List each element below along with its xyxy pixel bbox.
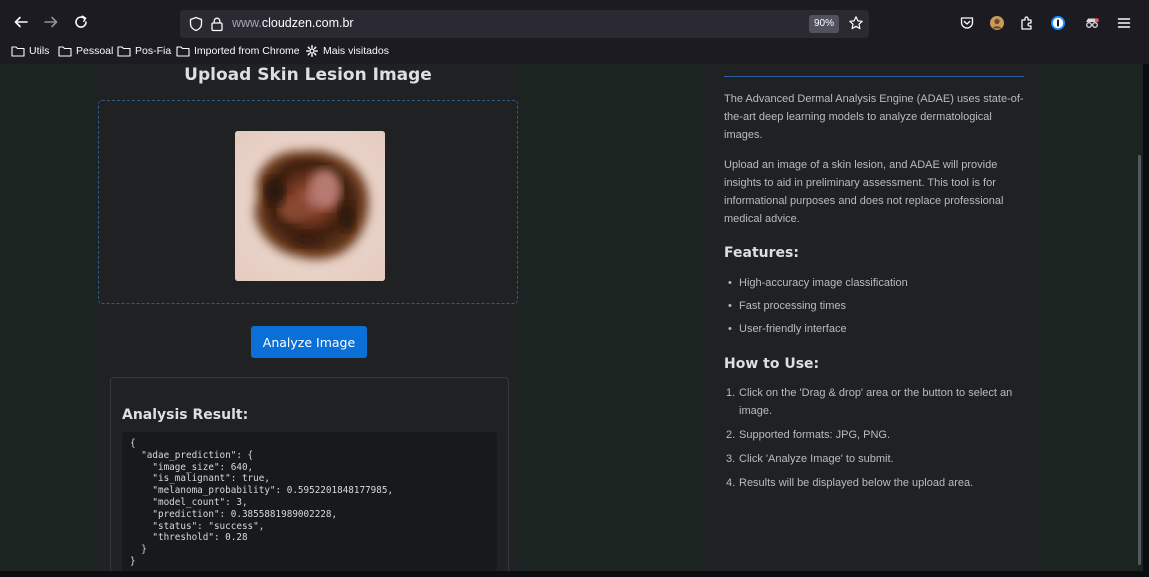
window-frame-bottom (0, 571, 1149, 577)
json-line: "prediction": 0.3855881989002228, (130, 508, 338, 520)
gear-icon (306, 45, 318, 57)
json-line: "is_malignant": true, (130, 473, 270, 485)
pocket-icon (960, 17, 974, 29)
json-line: "image_size": 640, (130, 461, 254, 473)
json-line: } (130, 544, 147, 556)
step-text: Results will be displayed below the uplo… (739, 477, 974, 489)
heading-underline-divider (724, 76, 1024, 77)
folder-icon (117, 46, 131, 57)
forward-arrow-icon (44, 16, 58, 28)
folder-icon (176, 46, 190, 57)
image-dropzone[interactable] (98, 100, 518, 304)
bookmark-label: Utils (29, 45, 50, 57)
json-line: { (130, 438, 136, 449)
bookmarks-toolbar: Utils Pessoal Pos-Fia Imported from Chro… (0, 42, 1149, 64)
step-number: 4. (726, 477, 736, 489)
url-text[interactable]: www.cloudzen.com.br (232, 16, 354, 30)
step-number: 3. (726, 453, 736, 465)
step-text: Click on the 'Drag & drop' area or the b… (739, 387, 1013, 417)
folder-icon (58, 46, 72, 57)
feature-item: High-accuracy image classification (724, 274, 1024, 297)
url-domain: cloudzen.com.br (261, 16, 354, 30)
zoom-level-badge[interactable]: 90% (809, 15, 840, 33)
analyze-image-button[interactable]: Analyze Image (251, 326, 367, 358)
json-line: "threshold": 0.28 (130, 532, 248, 544)
about-description-1: The Advanced Dermal Analysis Engine (ADA… (724, 93, 1024, 141)
lock-icon[interactable] (210, 16, 224, 32)
password-manager-icon (1051, 16, 1065, 30)
how-to-step: 3. Click 'Analyze Image' to submit. (724, 450, 1024, 468)
feature-item: Fast processing times (724, 297, 1024, 320)
about-description-2: Upload an image of a skin lesion, and AD… (724, 159, 1004, 225)
pocket-button[interactable] (958, 14, 976, 32)
bookmark-folder-mais-visitados[interactable]: Mais visitados (305, 45, 389, 57)
hamburger-menu-icon (1117, 18, 1131, 28)
how-to-use-list: 1. Click on the 'Drag & drop' area or the… (724, 384, 1024, 498)
analysis-result-json: { "adae_prediction": { "image_size": 640… (122, 432, 497, 571)
bookmark-star-icon[interactable] (848, 15, 864, 31)
features-heading: Features: (724, 245, 799, 261)
tracking-protection-shield-icon[interactable] (188, 16, 204, 32)
json-line: "model_count": 3, (130, 496, 248, 508)
how-to-step: 4. Results will be displayed below the up… (724, 474, 1024, 492)
step-number: 1. (726, 387, 736, 399)
how-to-use-heading: How to Use: (724, 356, 820, 372)
bookmark-label: Pessoal (76, 45, 114, 57)
app-menu-button[interactable] (1115, 14, 1133, 32)
browser-toolbar: www.cloudzen.com.br 90% (0, 0, 1149, 42)
features-list: High-accuracy image classification Fast … (724, 274, 1024, 343)
password-manager-button[interactable] (1049, 14, 1067, 32)
url-host-prefix: www. (232, 16, 262, 30)
account-avatar-icon (990, 16, 1004, 30)
json-line: "status": "success", (130, 520, 265, 532)
reload-icon (75, 15, 87, 28)
step-number: 2. (726, 429, 736, 441)
back-button[interactable] (10, 11, 32, 33)
forward-button[interactable] (40, 11, 62, 33)
analysis-result-title: Analysis Result: (122, 407, 249, 423)
bookmark-folder-imported-from-chrome[interactable]: Imported from Chrome (176, 45, 300, 57)
bookmark-folder-pessoal[interactable]: Pessoal (58, 45, 113, 57)
how-to-step: 1. Click on the 'Drag & drop' area or the… (724, 384, 1024, 420)
analysis-result-card: Analysis Result: { "adae_prediction": { … (110, 377, 509, 571)
bookmark-label: Imported from Chrome (194, 45, 300, 57)
tab-container-button[interactable] (1083, 14, 1101, 32)
step-text: Supported formats: JPG, PNG. (739, 429, 891, 441)
json-line: "melanoma_probability": 0.59522018481779… (130, 485, 394, 497)
upload-panel: Upload Skin Lesion Image Analyze Image A… (98, 64, 518, 571)
incognito-mask-icon (1086, 18, 1099, 28)
window-frame-right (1143, 64, 1149, 577)
folder-icon (11, 46, 25, 57)
bookmark-folder-utils[interactable]: Utils (11, 45, 49, 57)
how-to-step: 2. Supported formats: JPG, PNG. (724, 426, 1024, 444)
web-page: Upload Skin Lesion Image Analyze Image A… (0, 64, 1143, 571)
puzzle-piece-icon (1021, 16, 1032, 30)
lesion-image (235, 131, 385, 281)
browser-chrome: www.cloudzen.com.br 90% Utils Pessoal Po… (0, 0, 1149, 64)
step-text: Click 'Analyze Image' to submit. (739, 453, 894, 465)
feature-item: User-friendly interface (724, 320, 1024, 343)
json-line: } (130, 555, 136, 567)
json-line: "adae_prediction": { (130, 449, 254, 461)
address-bar[interactable]: www.cloudzen.com.br 90% (180, 10, 869, 38)
upload-title: Upload Skin Lesion Image (184, 65, 432, 85)
back-arrow-icon (14, 16, 28, 28)
bookmark-label: Mais visitados (323, 45, 389, 57)
extensions-button[interactable] (1018, 14, 1036, 32)
account-avatar-button[interactable] (988, 14, 1006, 32)
bookmark-folder-pos-fia[interactable]: Pos-Fia (117, 45, 171, 57)
lesion-image-preview (235, 131, 385, 281)
bookmark-label: Pos-Fia (135, 45, 172, 57)
about-panel: The Advanced Dermal Analysis Engine (ADA… (706, 64, 1040, 571)
page-scrollbar[interactable] (1138, 155, 1141, 565)
reload-button[interactable] (70, 11, 92, 33)
